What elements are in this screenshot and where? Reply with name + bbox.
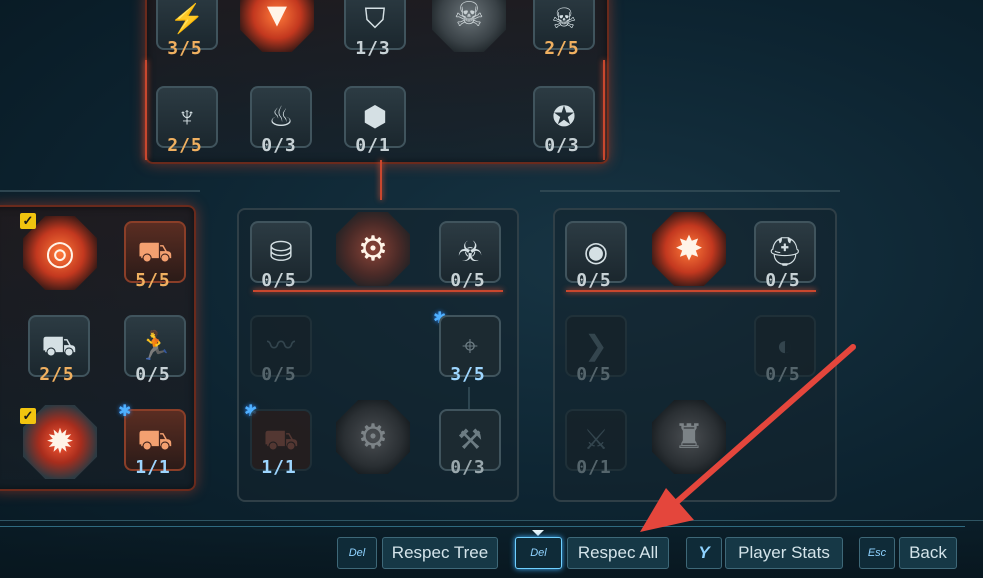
arrow-shaft [667, 344, 856, 511]
annotation-arrow [640, 344, 856, 532]
